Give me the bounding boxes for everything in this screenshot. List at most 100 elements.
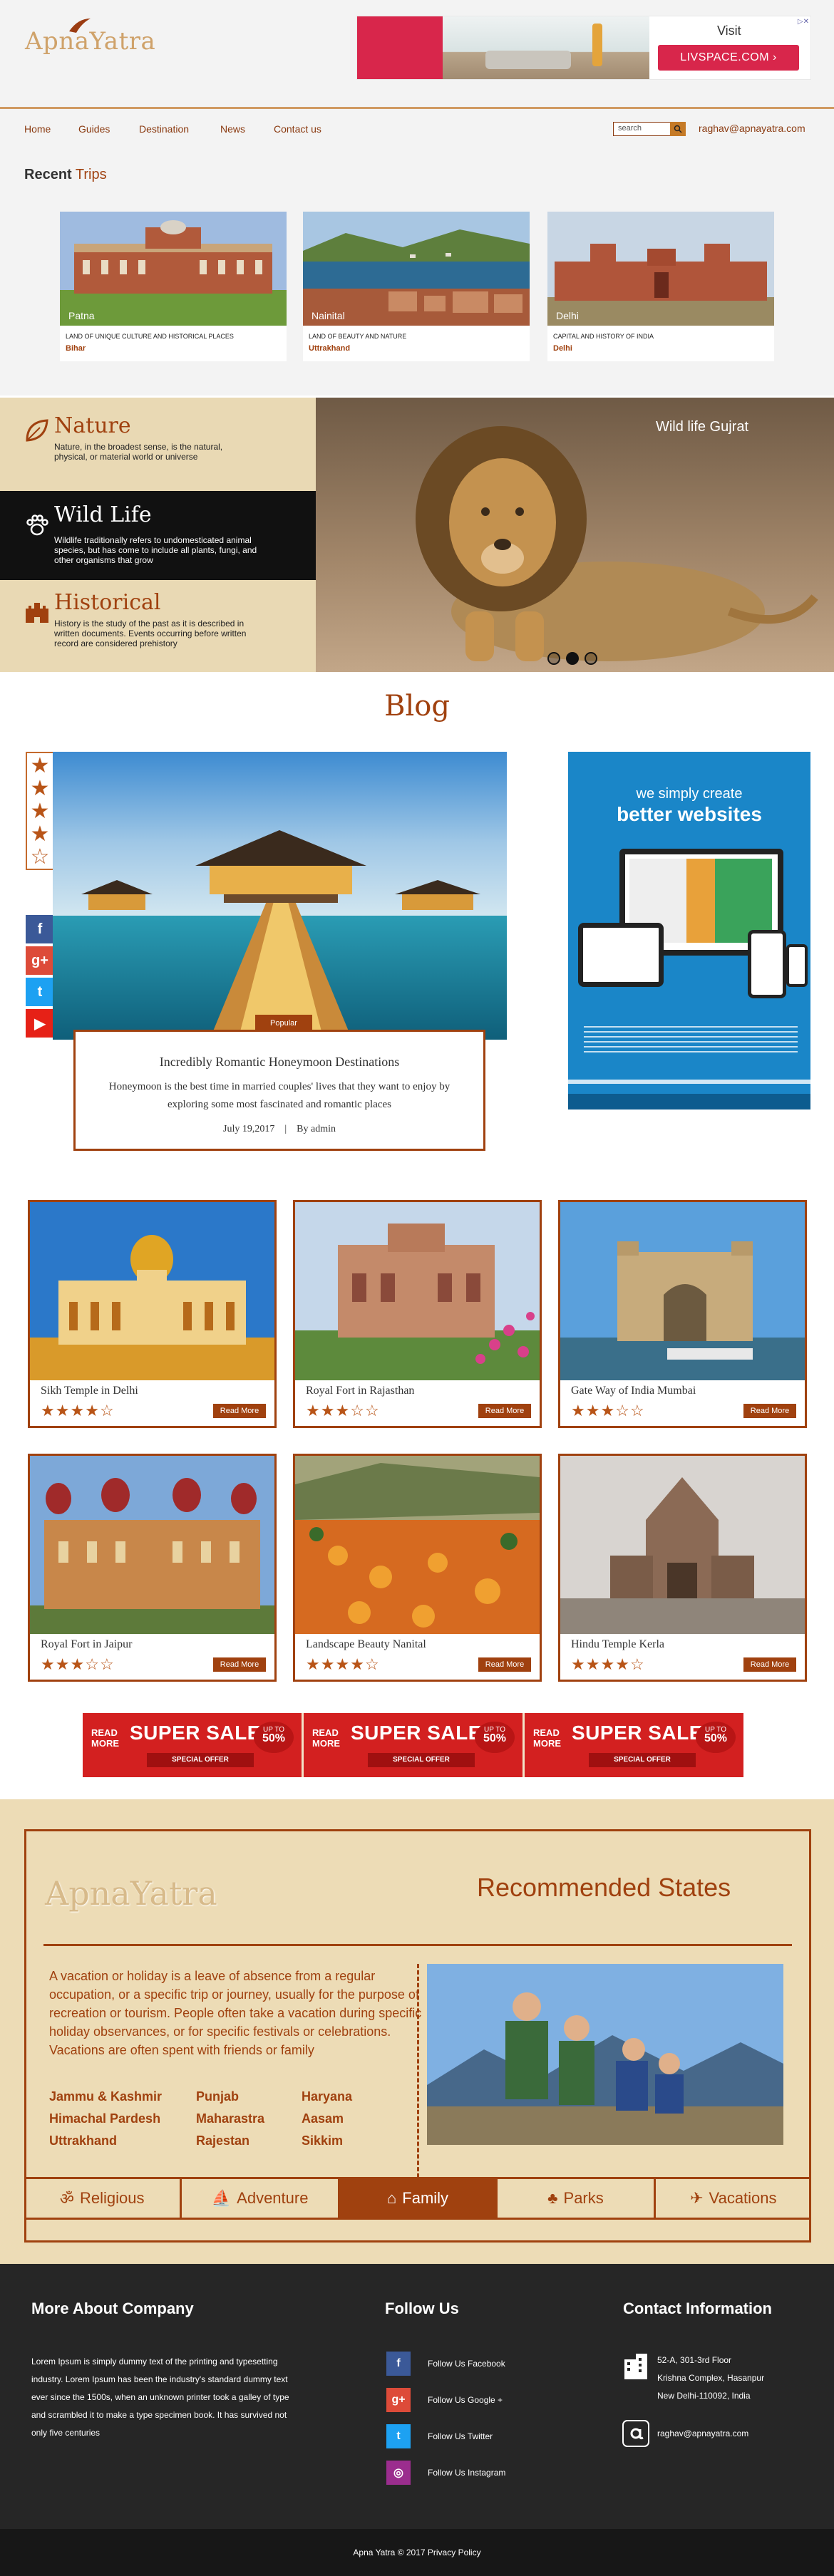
slider-dot-2[interactable] [566,652,579,665]
copyright-bar[interactable]: Apna Yatra © 2017 Privacy Policy [0,2529,834,2576]
category-nature[interactable]: Nature Nature, in the broadest sense, is… [0,413,328,485]
star-filled-icon: ★ [85,1402,100,1419]
gallery-card-4[interactable]: Royal Fort in Jaipur ★★★☆☆ Read More [28,1454,277,1682]
twitter-icon: t [386,2424,411,2448]
gallery-card-3[interactable]: Gate Way of India Mumbai ★★★☆☆ Read More [558,1200,807,1428]
ad-choices-icon[interactable]: ▷✕ [798,18,809,26]
sale-unit: READ MORE SUPER SALE UP TO 50% SPECIAL OFF… [525,1713,743,1777]
gallery-card-6[interactable]: Hindu Temple Kerla ★★★★☆ Read More [558,1454,807,1682]
category-historical[interactable]: Historical History is the study of the p… [0,590,328,661]
star-filled-icon[interactable]: ★ [31,824,50,845]
star-filled-icon[interactable]: ★ [31,801,50,822]
tab-family[interactable]: ⌂ Family [339,2179,498,2218]
blog-post-card[interactable]: Popular Incredibly Romantic Honeymoon De… [73,1015,485,1151]
nav-home[interactable]: Home [24,123,51,135]
sale-read-more[interactable]: READ MORE [533,1727,561,1749]
sale-read-more[interactable]: READ MORE [312,1727,340,1749]
state-link[interactable]: Himachal Pardesh [49,2111,196,2126]
tab-label: Family [402,2189,449,2207]
state-link[interactable]: Aasam [302,2111,420,2126]
tab-religious[interactable]: ॐ Religious [24,2179,182,2218]
search-input[interactable]: search [613,122,676,136]
trip-state[interactable]: Bihar [66,344,86,353]
address-line: New Delhi-110092, India [657,2391,751,2401]
sale-read-more[interactable]: READ MORE [91,1727,119,1749]
recent-trips-section: Recent Trips Patna LAND OF UNIQUE CULTUR… [0,150,834,395]
categories-section: Nature Nature, in the broadest sense, is… [0,398,834,672]
facebook-icon[interactable]: f [26,915,54,943]
read-more-button[interactable]: Read More [478,1657,531,1672]
blog-image[interactable] [53,752,507,1040]
read-more-button[interactable]: Read More [213,1657,266,1672]
follow-instagram[interactable]: ◎ Follow Us Instagram [386,2461,505,2485]
state-link[interactable]: Jammu & Kashmir [49,2089,196,2104]
side-ad-line1: we simply create [636,786,743,802]
gallery-title: Royal Fort in Rajasthan [306,1385,415,1397]
star-filled-icon[interactable]: ★ [31,755,50,777]
state-link[interactable]: Sikkim [302,2133,420,2148]
gallery-card-2[interactable]: Royal Fort in Rajasthan ★★★☆☆ Read More [293,1200,542,1428]
state-link[interactable]: Haryana [302,2089,420,2104]
top-advertisement[interactable]: Visit LIVSPACE.COM › ▷✕ [356,16,811,80]
state-link[interactable]: Punjab [196,2089,302,2104]
gallery-card-1[interactable]: Sikh Temple in Delhi ★★★★☆ Read More [28,1200,277,1428]
search-button[interactable] [670,122,686,136]
star-empty-icon[interactable]: ☆ [31,847,50,868]
gallery-title: Sikh Temple in Delhi [41,1385,138,1397]
follow-facebook[interactable]: f Follow Us Facebook [386,2352,505,2376]
tab-vacations[interactable]: ✈ Vacations [656,2179,811,2218]
plane-icon: ✈ [690,2189,704,2207]
read-more-button[interactable]: Read More [478,1404,531,1418]
trip-state[interactable]: Delhi [553,344,572,353]
follow-google[interactable]: g+ Follow Us Google + [386,2388,503,2412]
trip-card-nainital[interactable]: Nainital LAND OF BEAUTY AND NATURE Uttra… [303,212,530,361]
side-advertisement[interactable]: we simply create better websites [568,752,810,1109]
category-desc: Wildlife traditionally refers to undomes… [54,535,257,565]
state-link[interactable]: Maharastra [196,2111,302,2126]
ad-livspace-button[interactable]: LIVSPACE.COM › [658,45,799,71]
star-empty-icon: ☆ [350,1402,365,1419]
trip-card-delhi[interactable]: Delhi CAPITAL AND HISTORY OF INDIA Delhi [547,212,774,361]
google-plus-icon[interactable]: g+ [26,946,54,975]
nav-guides[interactable]: Guides [78,123,110,135]
slider-dot-1[interactable] [547,652,560,665]
header-email[interactable]: raghav@apnayatra.com [699,123,805,134]
sale-discount: UP TO 50% [696,1722,736,1753]
nav-news[interactable]: News [220,123,245,135]
category-wildlife[interactable]: Wild Life Wildlife traditionally refers … [0,491,328,580]
recommended-image [427,1964,783,2145]
om-icon: ॐ [59,2190,74,2208]
follow-twitter[interactable]: t Follow Us Twitter [386,2424,493,2448]
ad-lamp-shape [592,24,602,66]
category-desc: Nature, in the broadest sense, is the na… [54,442,223,462]
footer-email[interactable]: raghav@apnayatra.com [657,2425,748,2443]
recommended-text: A vacation or holiday is a leave of abse… [49,1969,422,2057]
state-link[interactable]: Uttrakhand [49,2133,196,2148]
trip-desc: CAPITAL AND HISTORY OF INDIA [553,333,654,340]
read-more-button[interactable]: Read More [743,1404,796,1418]
blog-date: July 19,2017 [223,1124,275,1134]
tab-adventure[interactable]: ⛵ Adventure [182,2179,340,2218]
social-share: f g+ t ▶ [26,915,54,1040]
trip-state[interactable]: Uttrakhand [309,344,350,353]
trip-card-patna[interactable]: Patna LAND OF UNIQUE CULTURE AND HISTORI… [60,212,287,361]
gallery-card-5[interactable]: Landscape Beauty Nanital ★★★★☆ Read More [293,1454,542,1682]
nav-contact[interactable]: Contact us [274,123,321,135]
twitter-icon[interactable]: t [26,978,54,1006]
follow-label: Follow Us Twitter [428,2431,493,2441]
blog-post-title[interactable]: Incredibly Romantic Honeymoon Destinatio… [76,1055,483,1070]
slider-image: Wild life Gujrat [316,398,834,672]
read-more-button[interactable]: Read More [743,1657,796,1672]
tab-parks[interactable]: ♣ Parks [498,2179,656,2218]
nav-destination[interactable]: Destination [139,123,189,135]
star-filled-icon[interactable]: ★ [31,778,50,800]
category-title: Historical [54,590,161,615]
youtube-icon[interactable]: ▶ [26,1009,54,1038]
slider-dot-3[interactable] [585,652,597,665]
read-more-button[interactable]: Read More [213,1404,266,1418]
logo[interactable]: ApnaYatra [25,19,155,56]
blog-author[interactable]: By admin [297,1124,336,1134]
state-link[interactable]: Rajestan [196,2133,302,2148]
super-sale-banner[interactable]: READ MORE SUPER SALE UP TO 50% SPECIAL OFF… [83,1713,743,1777]
trip-image-nainital: Nainital [303,212,530,326]
